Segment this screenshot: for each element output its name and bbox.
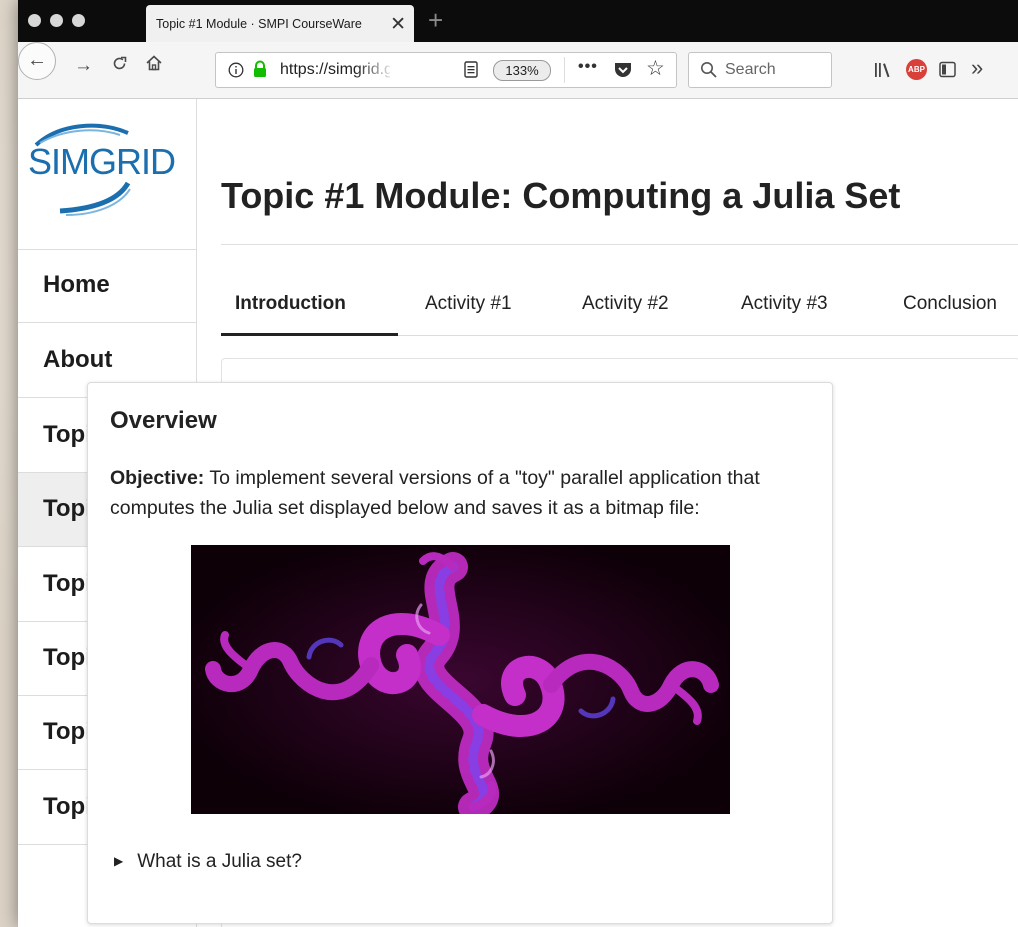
search-field[interactable]: Search <box>688 52 832 88</box>
pocket-icon[interactable] <box>614 61 632 78</box>
maximize-window-button[interactable] <box>72 14 85 27</box>
search-icon <box>701 62 717 78</box>
julia-set-image <box>191 545 730 814</box>
overview-heading: Overview <box>110 407 217 434</box>
tab-activity-1[interactable]: Activity #1 <box>425 293 512 315</box>
zoom-level[interactable]: 133% <box>493 60 551 81</box>
tab-conclusion[interactable]: Conclusion <box>903 293 997 315</box>
tab-activity-2[interactable]: Activity #2 <box>582 293 669 315</box>
browser-tab[interactable]: Topic #1 Module · SMPI CourseWare ✕ <box>146 5 414 42</box>
objective-label: Objective: <box>110 467 205 489</box>
new-tab-button[interactable]: + <box>428 5 443 36</box>
info-icon[interactable] <box>228 62 244 78</box>
browser-toolbar: ← → https://simgrid.git 133% ••• ☆ Searc… <box>18 42 1018 99</box>
sidebar-toggle-icon[interactable] <box>939 61 956 78</box>
close-window-button[interactable] <box>28 14 41 27</box>
module-tabs: Introduction Activity #1 Activity #2 Act… <box>221 279 1018 336</box>
julia-set-disclosure[interactable]: ▶ What is a Julia set? <box>114 851 302 873</box>
disclosure-label: What is a Julia set? <box>137 851 302 872</box>
tab-title: Topic #1 Module · SMPI CourseWare <box>156 17 362 31</box>
home-icon <box>146 55 162 71</box>
overflow-menu-button[interactable]: » <box>971 55 983 81</box>
active-tab-indicator <box>221 333 398 336</box>
reader-view-icon[interactable] <box>464 61 478 78</box>
reload-icon <box>113 56 127 70</box>
simgrid-logo[interactable]: SIMGRID <box>18 99 196 250</box>
back-arrow-icon: ← <box>27 49 47 71</box>
web-page: SIMGRID Home About Topic #0 Topic #1 Top… <box>18 99 1018 927</box>
disclosure-triangle-icon: ▶ <box>114 854 124 868</box>
page-title: Topic #1 Module: Computing a Julia Set <box>221 175 901 216</box>
objective-text: To implement several versions of a "toy"… <box>110 467 760 519</box>
lock-icon[interactable] <box>252 60 268 78</box>
forward-button[interactable]: → <box>74 55 93 77</box>
minimize-window-button[interactable] <box>50 14 63 27</box>
objective-paragraph: Objective: To implement several versions… <box>110 463 830 523</box>
julia-set-fractal <box>191 545 730 814</box>
tab-close-icon[interactable]: ✕ <box>390 13 406 36</box>
page-actions-button[interactable]: ••• <box>578 58 598 76</box>
url-divider <box>564 57 565 83</box>
title-divider <box>221 244 1018 245</box>
back-button[interactable]: ← <box>18 42 56 80</box>
overview-card: Overview Objective: To implement several… <box>87 382 833 924</box>
search-placeholder: Search <box>725 61 776 78</box>
home-button[interactable] <box>145 54 163 78</box>
bookmark-star-icon[interactable]: ☆ <box>646 56 665 81</box>
library-icon[interactable] <box>874 62 891 78</box>
tab-introduction[interactable]: Introduction <box>235 293 346 315</box>
sidebar-item-home[interactable]: Home <box>18 249 196 323</box>
url-bar[interactable]: https://simgrid.git 133% ••• ☆ <box>215 52 677 88</box>
adblock-icon[interactable]: ABP <box>906 59 927 80</box>
browser-window: Topic #1 Module · SMPI CourseWare ✕ + ← … <box>18 0 1018 927</box>
tab-activity-3[interactable]: Activity #3 <box>741 293 828 315</box>
tab-strip: Topic #1 Module · SMPI CourseWare ✕ + <box>18 0 1018 42</box>
logo-text: SIMGRID <box>28 141 176 182</box>
reload-button[interactable] <box>111 55 128 78</box>
url-fade <box>356 55 396 85</box>
